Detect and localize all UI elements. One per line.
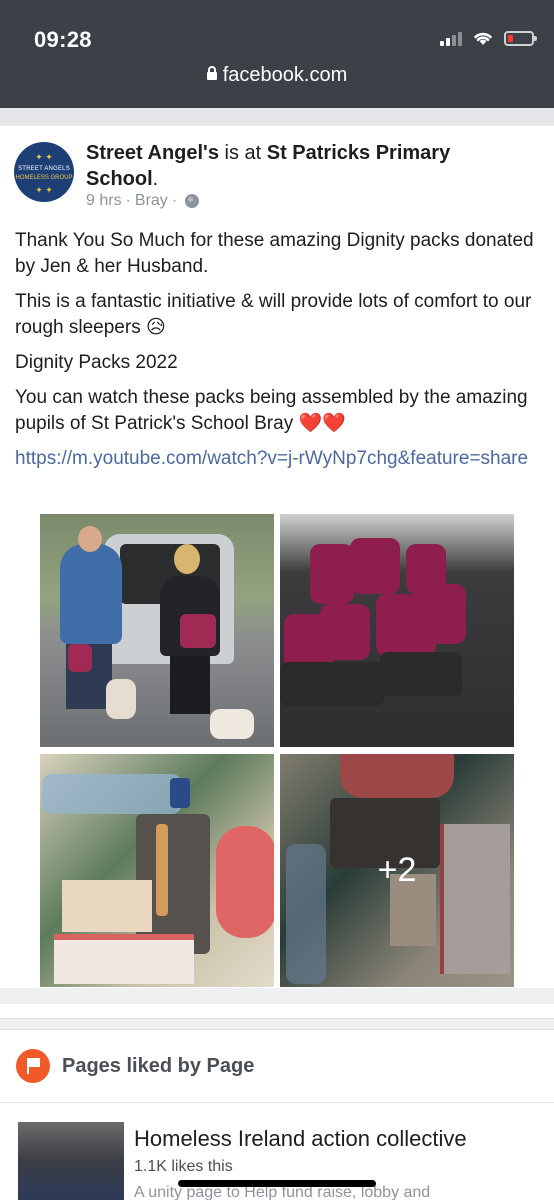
photo-grid: +2 (40, 514, 514, 987)
pages-liked-title: Pages liked by Page (62, 1055, 255, 1077)
home-indicator[interactable] (178, 1180, 376, 1187)
period-text: . (152, 168, 159, 190)
battery-icon (504, 30, 537, 46)
section-separator (0, 988, 554, 1004)
status-icons (440, 30, 537, 46)
post-paragraph: Thank You So Much for these amazing Dign… (15, 230, 534, 277)
angel-icon: ✦ ✦ (35, 152, 53, 162)
post-place[interactable]: Bray (135, 192, 168, 210)
post-paragraph: This is a fantastic initiative & will pr… (15, 291, 532, 338)
meta-dot: · (125, 192, 131, 209)
is-at-text: is at (218, 142, 267, 164)
post-body: Thank You So Much for these amazing Dign… (15, 228, 539, 481)
liked-page-likes: 1.1K likes this (134, 1158, 233, 1175)
post-time[interactable]: 9 hrs (86, 192, 122, 210)
post-meta: 9 hrs · Bray · (86, 192, 200, 210)
url-bar[interactable]: facebook.com (0, 64, 554, 87)
section-separator (0, 1018, 554, 1030)
lock-icon (206, 66, 217, 80)
angel-icon-bottom: ✦ ✦ (35, 185, 53, 195)
flag-icon (16, 1049, 50, 1083)
post-paragraph: You can watch these packs being assemble… (15, 387, 528, 434)
avatar-text-line2: HOMELESS GROUP (15, 175, 73, 181)
url-text: facebook.com (222, 64, 348, 86)
more-photos-count[interactable]: +2 (280, 851, 514, 890)
feed-divider (0, 108, 554, 126)
post-paragraph: Dignity Packs 2022 (15, 352, 178, 373)
wifi-icon (474, 32, 492, 45)
signal-icon (440, 30, 462, 46)
status-time: 09:28 (34, 27, 92, 52)
liked-page-thumbnail[interactable] (18, 1122, 124, 1200)
author-link[interactable]: Street Angel's (86, 142, 219, 164)
post-header: Street Angel's is at St Patricks Primary… (86, 140, 506, 192)
photo-packs-in-car-boot[interactable] (280, 514, 514, 747)
page-avatar[interactable]: ✦ ✦ STREET ANGELS HOMELESS GROUP ✦ ✦ (14, 142, 74, 202)
photo-pack-contents[interactable] (40, 754, 274, 987)
browser-top-bar: 09:28 facebook.com (0, 0, 554, 108)
photo-donors-with-dogs[interactable] (40, 514, 274, 747)
photo-more-contents[interactable]: +2 (280, 754, 514, 987)
liked-page-name[interactable]: Homeless Ireland action collective (134, 1126, 467, 1152)
avatar-text-line1: STREET ANGELS (18, 166, 70, 172)
meta-dot: · (171, 192, 178, 209)
pages-liked-header: Pages liked by Page (0, 1031, 554, 1103)
youtube-link[interactable]: https://m.youtube.com/watch?v=j-rWyNp7ch… (15, 446, 539, 472)
globe-icon (185, 194, 200, 208)
